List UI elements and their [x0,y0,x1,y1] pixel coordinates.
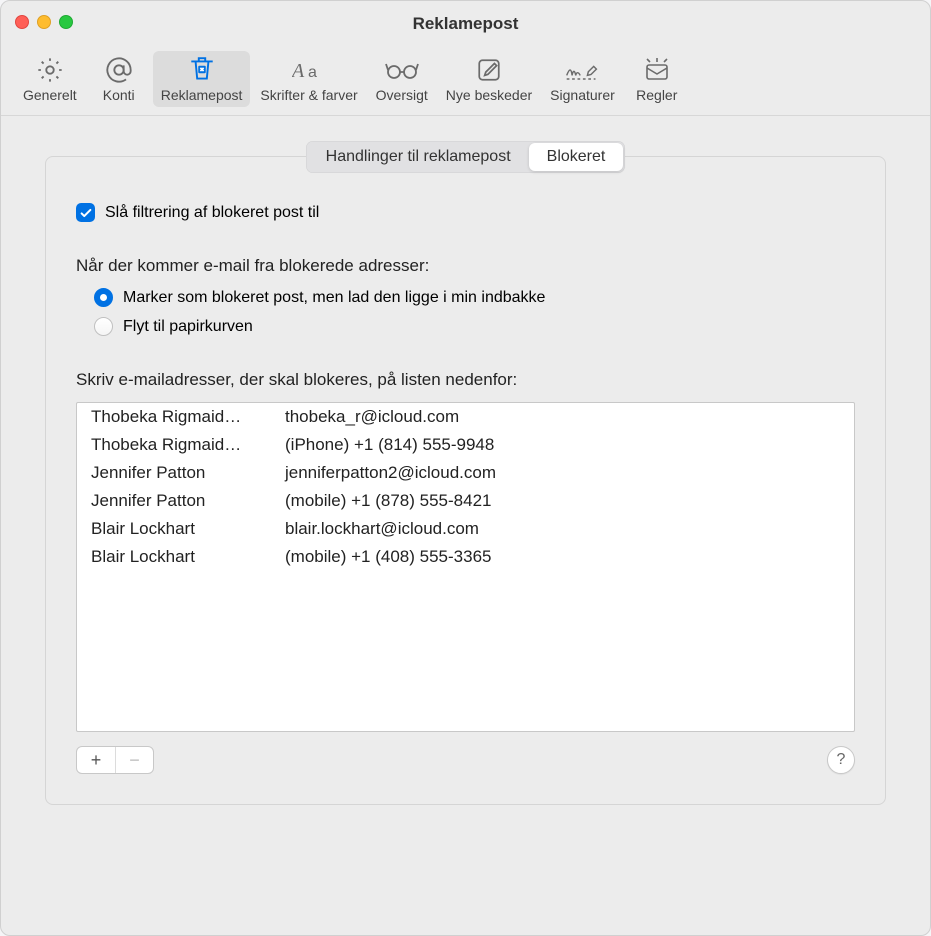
when-mail-arrives-label: Når der kommer e-mail fra blokerede adre… [76,256,855,276]
toolbar-label: Nye beskeder [446,87,532,103]
blocked-panel: Handlinger til reklamepost Blokeret Slå … [45,156,886,805]
radio-option-trash[interactable]: Flyt til papirkurven [94,317,855,336]
minus-icon: − [129,750,140,771]
tab-junk-behaviors[interactable]: Handlinger til reklamepost [308,143,529,171]
enable-blocked-filter-label: Slå filtrering af blokeret post til [105,204,319,222]
blocked-list-row[interactable]: Jennifer Patton(mobile) +1 (878) 555-842… [77,487,854,515]
blocked-name: Thobeka Rigmaid… [91,407,281,427]
toolbar-label: Reklamepost [161,87,243,103]
toolbar-junk[interactable]: Reklamepost [153,51,251,107]
radio-button[interactable] [94,317,113,336]
toolbar-label: Skrifter & farver [260,87,357,103]
blocked-value: (mobile) +1 (878) 555-8421 [281,491,840,511]
blocked-list-label: Skriv e-mailadresser, der skal blokeres,… [76,370,855,390]
compose-icon [471,55,507,85]
add-remove-control: + − [76,746,154,774]
blocked-name: Jennifer Patton [91,463,281,483]
at-icon [101,55,137,85]
check-icon [79,206,93,220]
radio-label: Flyt til papirkurven [123,318,253,336]
blocked-list-row[interactable]: Blair Lockhartblair.lockhart@icloud.com [77,515,854,543]
junk-segmented-control: Handlinger til reklamepost Blokeret [306,141,626,173]
svg-text:A: A [292,60,305,82]
blocked-value: blair.lockhart@icloud.com [281,519,840,539]
blocked-name: Blair Lockhart [91,519,281,539]
blocked-value: (iPhone) +1 (814) 555-9948 [281,435,840,455]
blocked-action-radio-group: Marker som blokeret post, men lad den li… [94,288,855,336]
radio-option-mark[interactable]: Marker som blokeret post, men lad den li… [94,288,855,307]
toolbar-label: Generelt [23,87,77,103]
blocked-value: thobeka_r@icloud.com [281,407,840,427]
toolbar-label: Regler [636,87,677,103]
toolbar-label: Oversigt [376,87,428,103]
minimize-window-button[interactable] [37,15,51,29]
remove-blocked-button[interactable]: − [115,747,153,773]
window-controls [15,15,73,29]
toolbar-signatures[interactable]: Signaturer [542,51,623,107]
titlebar: Reklamepost [1,1,930,47]
blocked-name: Blair Lockhart [91,547,281,567]
signature-icon [564,55,600,85]
svg-text:a: a [308,64,317,81]
glasses-icon [384,55,420,85]
gear-icon [32,55,68,85]
help-button[interactable]: ? [827,746,855,774]
toolbar-fonts[interactable]: Aa Skrifter & farver [252,51,365,107]
radio-label: Marker som blokeret post, men lad den li… [123,289,545,307]
window-title: Reklamepost [15,14,916,34]
blocked-addresses-list[interactable]: Thobeka Rigmaid…thobeka_r@icloud.comThob… [76,402,855,732]
toolbar-label: Konti [103,87,135,103]
toolbar-viewing[interactable]: Oversigt [368,51,436,107]
toolbar-rules[interactable]: Regler [625,51,689,107]
radio-button[interactable] [94,288,113,307]
close-window-button[interactable] [15,15,29,29]
toolbar-composing[interactable]: Nye beskeder [438,51,540,107]
junk-bin-icon [184,55,220,85]
blocked-value: (mobile) +1 (408) 555-3365 [281,547,840,567]
plus-icon: + [91,750,102,771]
blocked-list-row[interactable]: Jennifer Pattonjenniferpatton2@icloud.co… [77,459,854,487]
blocked-name: Thobeka Rigmaid… [91,435,281,455]
zoom-window-button[interactable] [59,15,73,29]
rules-icon [639,55,675,85]
blocked-list-row[interactable]: Blair Lockhart(mobile) +1 (408) 555-3365 [77,543,854,571]
toolbar-label: Signaturer [550,87,615,103]
add-blocked-button[interactable]: + [77,747,115,773]
fonts-icon: Aa [291,55,327,85]
enable-blocked-filter-checkbox[interactable] [76,203,95,222]
blocked-name: Jennifer Patton [91,491,281,511]
preferences-toolbar: Generelt Konti Reklamepost Aa Skrifter & far… [1,47,930,116]
toolbar-accounts[interactable]: Konti [87,51,151,107]
blocked-list-row[interactable]: Thobeka Rigmaid…(iPhone) +1 (814) 555-99… [77,431,854,459]
tab-blocked[interactable]: Blokeret [529,143,624,171]
blocked-list-row[interactable]: Thobeka Rigmaid…thobeka_r@icloud.com [77,403,854,431]
preferences-window: Reklamepost Generelt Konti Reklamepost Aa Sk… [0,0,931,936]
blocked-value: jenniferpatton2@icloud.com [281,463,840,483]
toolbar-general[interactable]: Generelt [15,51,85,107]
help-icon: ? [837,751,846,769]
